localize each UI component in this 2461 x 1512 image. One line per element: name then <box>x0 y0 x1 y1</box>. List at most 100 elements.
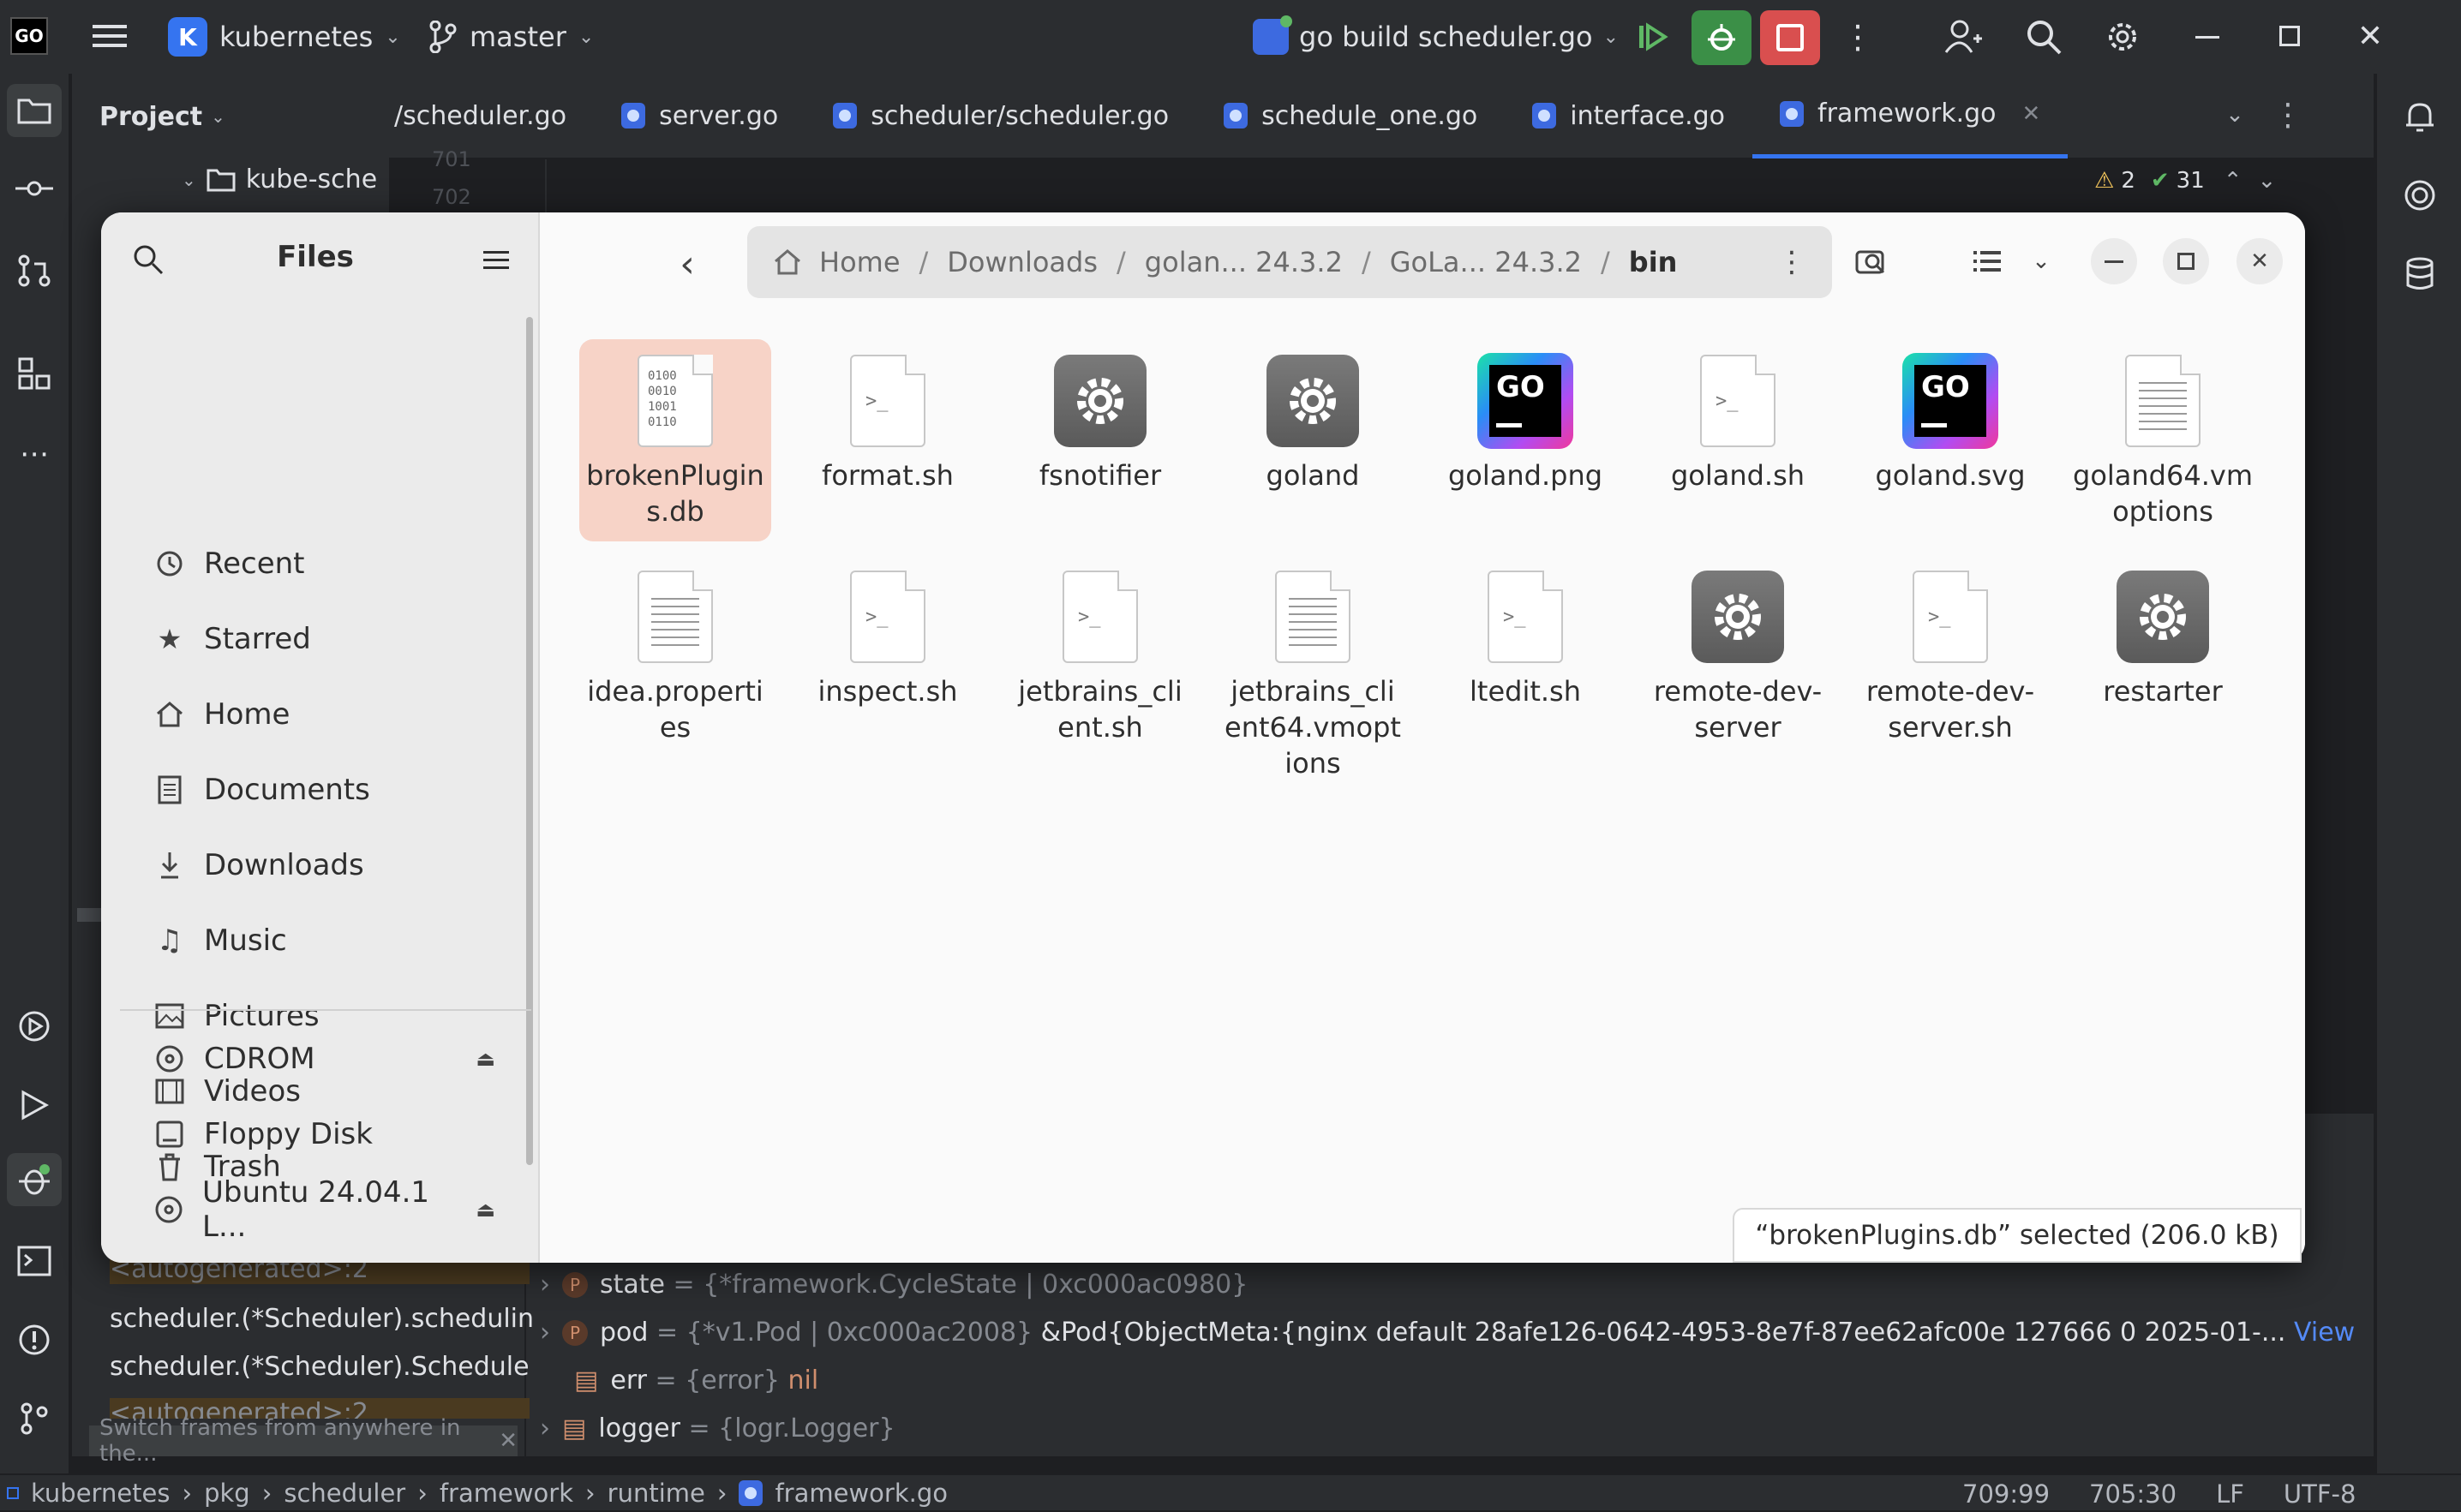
more-vertical-icon[interactable]: ⋮ <box>1777 245 1806 279</box>
file-item[interactable]: >_ ltedit.sh <box>1429 555 1621 721</box>
pull-requests-icon[interactable] <box>14 250 55 291</box>
branch-switcher[interactable]: master ⌄ <box>428 14 594 60</box>
file-item[interactable]: GO goland.svg <box>1854 339 2046 505</box>
sidebar-scrollbar[interactable] <box>526 317 533 1165</box>
tab-scheduler-go-1[interactable]: /scheduler.go <box>389 73 594 158</box>
resume-icon[interactable] <box>1633 17 1673 57</box>
close-icon[interactable]: ✕ <box>499 1428 518 1454</box>
file-item[interactable]: >_ jetbrains_client.sh <box>1004 555 1196 757</box>
search-icon[interactable] <box>2022 15 2065 58</box>
problems-icon[interactable] <box>14 1319 55 1360</box>
more-vertical-icon[interactable]: ⋮ <box>1841 17 1875 57</box>
device-item-floppy[interactable]: Floppy Disk <box>135 1103 495 1165</box>
ai-assistant-icon[interactable] <box>2399 175 2440 216</box>
sidebar-item-home[interactable]: Home <box>135 684 512 745</box>
file-item[interactable]: fsnotifier <box>1004 339 1196 505</box>
breadcrumb-current[interactable]: bin <box>1619 246 1688 278</box>
line-separator[interactable]: LF <box>2216 1479 2244 1509</box>
structure-icon[interactable] <box>14 353 55 394</box>
more-tools-icon[interactable]: ⋯ <box>14 433 55 475</box>
tab-interface-go[interactable]: interface.go <box>1505 73 1752 158</box>
run-icon[interactable] <box>14 1085 55 1126</box>
notifications-bell-icon[interactable] <box>2399 96 2440 137</box>
search-icon[interactable] <box>127 238 170 281</box>
file-item[interactable]: >_ inspect.sh <box>792 555 984 721</box>
eject-icon[interactable]: ⏏ <box>476 1047 495 1071</box>
sidebar-item-recent[interactable]: Recent <box>135 533 512 595</box>
file-item[interactable]: remote-dev-server <box>1642 555 1834 757</box>
chevron-right-icon[interactable]: › <box>540 1318 550 1348</box>
database-icon[interactable] <box>2399 254 2440 295</box>
sidebar-item-downloads[interactable]: Downloads <box>135 834 512 896</box>
caret-position[interactable]: 709:99 <box>1962 1479 2050 1509</box>
back-arrow-icon[interactable]: ‹ <box>670 242 704 286</box>
file-item[interactable]: >_ remote-dev-server.sh <box>1854 555 2046 757</box>
list-view-icon[interactable] <box>1966 240 2009 283</box>
tab-scheduler-scheduler-go[interactable]: scheduler/scheduler.go <box>805 73 1196 158</box>
breadcrumb-item[interactable]: runtime <box>608 1479 705 1508</box>
breadcrumb-downloads[interactable]: Downloads <box>937 246 1108 278</box>
git-icon[interactable] <box>14 1398 55 1439</box>
sidebar-item-music[interactable]: ♫ Music <box>135 910 512 971</box>
commit-icon[interactable] <box>14 168 55 209</box>
close-tab-icon[interactable]: ✕ <box>2022 101 2041 127</box>
chevron-down-icon[interactable]: ⌄ <box>2218 96 2252 134</box>
file-item[interactable]: 0100 0010 1001 0110 brokenPlugins.db <box>579 339 771 541</box>
chevron-down-icon[interactable]: ⌄ <box>2258 168 2277 194</box>
tree-item[interactable]: ⌄ kube-sche <box>182 164 377 194</box>
stop-button[interactable] <box>1760 10 1820 65</box>
file-item[interactable]: jetbrains_client64.vmoptions <box>1217 555 1409 793</box>
tab-server-go[interactable]: server.go <box>594 73 805 158</box>
run-config-selector[interactable]: go build scheduler.go ⌄ <box>1253 14 1619 60</box>
file-item[interactable]: restarter <box>2067 555 2259 721</box>
inspections-widget[interactable]: ⚠ 2 ✔ 31 ⌃ ⌄ <box>2094 168 2276 194</box>
frame-item[interactable]: scheduler.(*Scheduler).Schedule <box>110 1352 530 1382</box>
dialog-close-button[interactable]: ✕ <box>2236 238 2283 284</box>
chevron-up-icon[interactable]: ⌃ <box>2224 168 2242 194</box>
chevron-right-icon[interactable]: › <box>540 1270 550 1300</box>
hamburger-menu-icon[interactable] <box>475 238 518 281</box>
frame-item[interactable]: scheduler.(*Scheduler).schedulin <box>110 1304 534 1334</box>
chevron-right-icon[interactable]: › <box>540 1413 550 1443</box>
terminal-icon[interactable] <box>14 1240 55 1282</box>
variable-row[interactable]: ▤ err = {error} nil <box>574 1366 818 1395</box>
debug-button[interactable] <box>1692 10 1751 65</box>
breadcrumb-folder[interactable]: golan... 24.3.2 <box>1135 246 1353 278</box>
view-link[interactable]: View <box>2294 1318 2355 1348</box>
more-vertical-icon[interactable]: ⋮ <box>2271 96 2305 134</box>
tab-schedule-one-go[interactable]: schedule_one.go <box>1196 73 1505 158</box>
breadcrumb-folder[interactable]: GoLa... 24.3.2 <box>1380 246 1592 278</box>
variable-row[interactable]: › P pod = {*v1.Pod | 0xc000ac2008} &Pod{… <box>540 1318 2355 1348</box>
tab-framework-go[interactable]: framework.go ✕ <box>1752 73 2069 158</box>
chevron-down-icon[interactable]: ⌄ <box>2024 240 2058 283</box>
sidebar-item-documents[interactable]: Documents <box>135 759 512 821</box>
breadcrumb-item[interactable]: kubernetes <box>31 1479 171 1508</box>
variable-row[interactable]: › ▤ logger = {logr.Logger} <box>540 1413 895 1443</box>
project-switcher[interactable]: K kubernetes ⌄ <box>168 14 401 60</box>
restore-icon[interactable] <box>2279 26 2300 46</box>
breadcrumb-item[interactable]: framework <box>440 1479 573 1508</box>
dialog-maximize-button[interactable] <box>2163 238 2209 284</box>
services-icon[interactable] <box>14 1006 55 1047</box>
file-item[interactable]: GO goland.png <box>1429 339 1621 505</box>
minimize-icon[interactable] <box>2195 36 2219 39</box>
dialog-minimize-button[interactable] <box>2091 238 2137 284</box>
file-item[interactable]: >_ format.sh <box>792 339 984 505</box>
add-user-icon[interactable] <box>1942 15 1985 58</box>
file-item[interactable]: goland64.vmoptions <box>2067 339 2259 541</box>
eject-icon[interactable]: ⏏ <box>476 1198 495 1222</box>
debug-tool-button[interactable] <box>7 1153 62 1206</box>
project-tool-button[interactable] <box>7 84 62 137</box>
search-location-icon[interactable] <box>1851 240 1894 283</box>
variable-row[interactable]: › P state = {*framework.CycleState | 0xc… <box>540 1270 1248 1300</box>
breadcrumb-item[interactable]: pkg <box>204 1479 250 1508</box>
settings-gear-icon[interactable] <box>2101 15 2144 58</box>
close-window-icon[interactable]: ✕ <box>2353 17 2387 55</box>
project-panel-header[interactable]: Project ⌄ <box>72 74 389 159</box>
breadcrumb-item[interactable]: framework.go <box>775 1479 948 1508</box>
breadcrumb-item[interactable]: scheduler <box>284 1479 405 1508</box>
main-menu-icon[interactable] <box>91 15 129 57</box>
file-item[interactable]: goland <box>1217 339 1409 505</box>
tree-scrollbar[interactable] <box>77 908 103 922</box>
file-encoding[interactable]: UTF-8 <box>2284 1479 2356 1509</box>
